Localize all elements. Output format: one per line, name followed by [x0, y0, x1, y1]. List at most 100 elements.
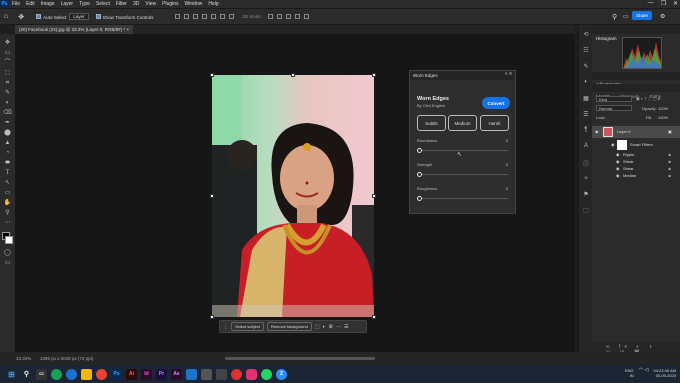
glyphs-icon[interactable]: ✧ — [581, 175, 591, 185]
menu-plugins[interactable]: Plugins — [159, 1, 181, 7]
windows-start-icon[interactable]: ⊞ — [6, 369, 17, 380]
visibility-eye-icon[interactable]: ◉ — [611, 142, 615, 147]
lasso-tool-icon[interactable]: ⌒ — [2, 59, 13, 68]
blend-options-icon[interactable]: ≑ — [668, 152, 671, 157]
3d-icons[interactable] — [266, 13, 311, 20]
indesign-icon[interactable]: Id — [141, 368, 152, 380]
quick-mask-icon[interactable]: ◯ — [2, 249, 13, 258]
layers-footer-icons[interactable]: ∞ fx ◐ ◑ ▢ ⊞ 🗑 — [592, 342, 680, 356]
menu-window[interactable]: Window — [182, 1, 206, 7]
document-image[interactable] — [212, 75, 374, 317]
color-icon[interactable]: ◐ — [581, 79, 591, 89]
hand-tool-icon[interactable]: ✋ — [2, 199, 13, 208]
object-select-tool-icon[interactable]: ⬚ — [2, 69, 13, 78]
menu-file[interactable]: File — [9, 1, 23, 7]
menu-type[interactable]: Type — [76, 1, 93, 7]
network-volume-icons[interactable]: ◠ ◁ — [639, 368, 649, 373]
convert-button[interactable]: Convert — [482, 97, 510, 109]
marquee-tool-icon[interactable]: ▭ — [2, 49, 13, 58]
mask-icon[interactable]: ◐ — [323, 324, 326, 330]
layer-row-smart-filters[interactable]: ◉ Smart Filters — [592, 139, 680, 151]
whatsapp-icon[interactable] — [261, 368, 272, 380]
tab-close-icon[interactable]: × — [126, 27, 129, 32]
swatches-icon[interactable]: ▦ — [581, 95, 591, 105]
visibility-eye-icon[interactable]: ◉ — [616, 173, 620, 178]
transform-handle-tr[interactable] — [372, 73, 376, 77]
paragraph-icon[interactable]: ¶ — [581, 127, 591, 137]
search-icon[interactable]: ⚲ — [21, 369, 32, 380]
instagram-icon[interactable] — [246, 368, 257, 380]
maximize-icon[interactable]: ❐ — [661, 0, 666, 7]
shape-tool-icon[interactable]: ▭ — [2, 189, 13, 198]
visibility-eye-icon[interactable]: ◉ — [616, 166, 620, 171]
info-icon[interactable]: ⓘ — [581, 159, 591, 169]
libraries-icon[interactable]: ☰ — [581, 111, 591, 121]
roughness-slider[interactable] — [417, 196, 422, 201]
visibility-eye-icon[interactable]: ◉ — [616, 159, 620, 164]
remove-background-button[interactable]: Remove background — [266, 322, 312, 331]
menu-view[interactable]: View — [142, 1, 159, 7]
select-subject-button[interactable]: Select subject — [231, 322, 264, 331]
menu-image[interactable]: Image — [38, 1, 58, 7]
home-icon[interactable]: ⌂ — [4, 13, 8, 20]
show-transform-checkbox[interactable]: Show Transform Controls — [95, 13, 153, 20]
roundness-slider[interactable] — [417, 148, 422, 153]
filter-row-median[interactable]: ◉ Median ≑ — [592, 173, 680, 180]
strength-slider[interactable] — [417, 172, 422, 177]
menu-help[interactable]: Help — [205, 1, 221, 7]
zoom-level[interactable]: 33.33% — [16, 356, 31, 361]
close-icon[interactable]: ✕ — [673, 0, 678, 7]
transform-handle-bl[interactable] — [210, 315, 214, 319]
panel-header[interactable]: Worn Edges — [410, 71, 515, 80]
fill-input[interactable]: 100% — [658, 115, 668, 120]
app-icon-dark[interactable] — [216, 368, 227, 380]
styles-icon[interactable]: ⚑ — [581, 191, 591, 201]
opacity-input[interactable]: 100% — [658, 106, 668, 111]
character-icon[interactable]: A — [581, 143, 591, 153]
settings-icon[interactable]: ☰ — [344, 324, 348, 330]
stamp-tool-icon[interactable]: ⬤ — [2, 129, 13, 138]
color-swatches[interactable] — [0, 232, 15, 248]
visibility-eye-icon[interactable]: ◉ — [616, 152, 620, 157]
app-icon-red[interactable] — [231, 368, 242, 380]
eyedropper-tool-icon[interactable]: ✎ — [2, 89, 13, 98]
menu-filter[interactable]: Filter — [113, 1, 130, 7]
menu-layer[interactable]: Layer — [58, 1, 77, 7]
transform-handle-ml[interactable] — [210, 194, 214, 198]
blend-options-icon[interactable]: ≑ — [668, 166, 671, 171]
more-options-icon[interactable]: ··· — [336, 324, 341, 330]
eraser-tool-icon[interactable]: ⌫ — [2, 109, 13, 118]
app-icon-gray[interactable] — [201, 368, 212, 380]
crop-tool-icon[interactable]: ⌗ — [2, 79, 13, 88]
drag-handle-icon[interactable]: ⋮ — [223, 324, 228, 330]
menu-select[interactable]: Select — [93, 1, 113, 7]
filter-row-shear[interactable]: ◉ Shear ≑ — [592, 159, 680, 166]
zoom-tool-icon[interactable]: ⚲ — [2, 209, 13, 218]
visibility-eye-icon[interactable]: ◉ — [595, 129, 599, 134]
document-tab[interactable]: (20) Facebook (22).jpg @ 33.3% (Layer 0,… — [15, 25, 134, 34]
roughness-track[interactable] — [419, 198, 508, 199]
transform-handle-tm[interactable] — [291, 73, 295, 77]
workspace-icon[interactable]: ▭ — [623, 13, 629, 20]
brush-tool-icon[interactable]: ✒ — [2, 119, 13, 128]
vscode-icon[interactable] — [186, 368, 197, 380]
blend-options-icon[interactable]: ≑ — [668, 173, 671, 178]
adjust-icon[interactable]: ⚙ — [329, 324, 333, 330]
properties-icon[interactable]: ☷ — [581, 47, 591, 57]
move-tool-icon[interactable]: ✥ — [18, 13, 24, 21]
transform-icon[interactable]: ⬚ — [315, 324, 320, 330]
dodge-tool-icon[interactable]: ◔ — [2, 149, 13, 158]
preset-medium-button[interactable]: Medium — [448, 115, 477, 131]
filter-row-ripple[interactable]: ◉ Ripple ≑ — [592, 152, 680, 159]
blend-mode-dropdown[interactable]: Normal — [596, 105, 632, 111]
more-tools-icon[interactable]: ⋯ — [2, 219, 13, 228]
healing-tool-icon[interactable]: ◐ — [2, 99, 13, 108]
blur-tool-icon[interactable]: ▲ — [2, 139, 13, 148]
minimize-icon[interactable]: — — [648, 0, 654, 7]
preset-harsh-button[interactable]: Harsh — [480, 115, 509, 131]
premiere-icon[interactable]: Pr — [156, 368, 167, 380]
filter-row-shear[interactable]: ◉ Shear ≑ — [592, 166, 680, 173]
horizontal-scrollbar[interactable] — [225, 357, 375, 360]
filter-icons[interactable]: ▣ ◐ T ⬚ ▢ ● — [636, 96, 660, 101]
photoshop-taskbar-icon[interactable]: Ps — [111, 368, 122, 380]
